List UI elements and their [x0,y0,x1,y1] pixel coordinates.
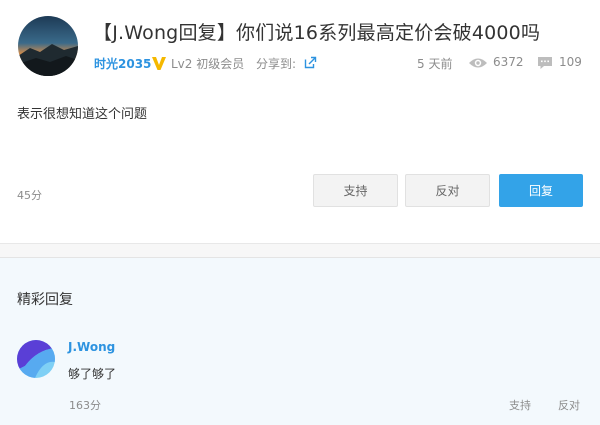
section-divider [0,243,600,258]
eye-icon [468,56,488,70]
comment-icon [537,56,553,70]
post-meta: 时光2035 Lv2 初级会员 分享到: 5 天前 6372 109 [94,55,584,73]
views-count: 6372 [493,55,524,69]
reply-support-link[interactable]: 支持 [509,397,531,413]
reply-text: 够了够了 [68,367,117,381]
featured-replies-section: 精彩回复 J.Wong 够了够了 163分 支持 反对 [0,258,600,425]
share-label: 分享到: [256,57,297,71]
reply-oppose-link[interactable]: 反对 [558,397,580,413]
post-time: 5 天前 [417,57,453,71]
share-icon[interactable] [304,56,317,69]
oppose-button[interactable]: 反对 [405,174,490,207]
reply-avatar[interactable] [17,340,55,378]
reply-button[interactable]: 回复 [499,174,583,207]
post-title: 【J.Wong回复】你们说16系列最高定价会破4000吗 [93,22,541,44]
post-score: 45分 [17,189,42,202]
support-button[interactable]: 支持 [313,174,398,207]
post-panel: 【J.Wong回复】你们说16系列最高定价会破4000吗 时光2035 Lv2 … [0,0,600,243]
post-body: 表示很想知道这个问题 [17,107,148,122]
reply-score: 163分 [69,399,101,412]
author-name-link[interactable]: 时光2035 [94,55,151,72]
comments-count: 109 [559,55,582,69]
reply-author-link[interactable]: J.Wong [68,340,115,354]
author-avatar[interactable] [18,16,78,76]
section-title: 精彩回复 [17,292,73,308]
user-level-badge: Lv2 初级会员 [171,57,245,71]
vip-v-icon [151,55,167,71]
